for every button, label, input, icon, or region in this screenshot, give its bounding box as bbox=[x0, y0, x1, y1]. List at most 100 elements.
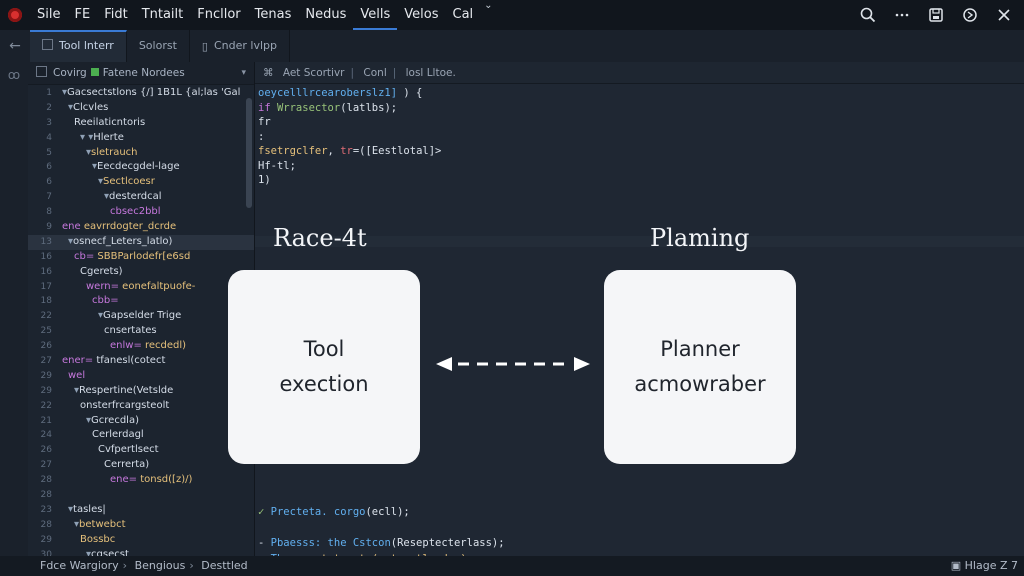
tree-row[interactable]: 23 ▾tasles| bbox=[28, 503, 254, 518]
line-number: 2 bbox=[46, 102, 52, 113]
tree-text: ene= bbox=[110, 474, 141, 486]
tool-execution-box[interactable]: Tool exection bbox=[228, 270, 420, 464]
app-logo-icon[interactable] bbox=[8, 8, 22, 22]
tab-solorst[interactable]: Solorst bbox=[127, 30, 190, 62]
explorer-panel: Covirg Fatene Nordees ▾ 1 ▾Gacsectstlons {… bbox=[28, 62, 255, 556]
tree-row[interactable]: 28 bbox=[28, 488, 254, 503]
tab-tool-interr[interactable]: Tool lnterr bbox=[30, 30, 127, 62]
code-token: : bbox=[258, 130, 265, 143]
code-line: Hf-tl; bbox=[258, 159, 441, 174]
chevron-down-icon[interactable]: ⌄ bbox=[484, 0, 492, 30]
tree-row[interactable]: 1 ▾Gacsectstlons {/] 1B1L {al;las 'Gal bbox=[28, 86, 254, 101]
extension-icon[interactable] bbox=[956, 1, 984, 29]
menu-item[interactable]: Vells bbox=[353, 0, 398, 30]
menu-item[interactable]: Fncllor bbox=[190, 0, 247, 30]
tree-row[interactable]: 27 ener= tfanesl(cotect bbox=[28, 354, 254, 369]
tree-text: Cgerets) bbox=[80, 265, 123, 277]
tree-row[interactable]: 9 ene eavrrdogter_dcrde bbox=[28, 220, 254, 235]
menu-item[interactable]: Cal bbox=[446, 0, 481, 30]
explorer-scrollbar[interactable] bbox=[246, 98, 252, 208]
code-token: oeycelllrcearoberslz1] bbox=[258, 87, 398, 99]
current-line-highlight bbox=[255, 236, 1024, 247]
line-number: 25 bbox=[40, 326, 52, 337]
line-number: 30 bbox=[40, 549, 52, 556]
tree-text: Respertine(Vetslde bbox=[79, 384, 174, 396]
code-line: if Wrrasector(latlbs); bbox=[258, 101, 441, 116]
tree-row[interactable]: 4 ▾ ▾Hlerte bbox=[28, 131, 254, 146]
tree-row[interactable]: 21 ▾Gcrecdla) bbox=[28, 414, 254, 429]
tree-row[interactable]: 30 ▾cgsecst bbox=[28, 548, 254, 556]
status-item[interactable]: Fdce Wargiory bbox=[40, 559, 119, 572]
menu-item[interactable]: Fidt bbox=[97, 0, 135, 30]
tree-row[interactable]: 5 ▾sletrauch bbox=[28, 146, 254, 161]
planner-box[interactable]: Planner acmowraber bbox=[604, 270, 796, 464]
tree-row[interactable]: 22 ▾Gapselder Trige bbox=[28, 309, 254, 324]
code-line: ✓ Precteta. corgo(ecll); bbox=[258, 505, 505, 521]
breadcrumb-item[interactable]: losl Lltoe. bbox=[406, 67, 456, 79]
tree-text: Cvfpertlsect bbox=[98, 444, 159, 456]
code-block-top[interactable]: oeycelllrcearoberslz1] ) {if Wrrasector(… bbox=[258, 86, 441, 188]
close-icon[interactable] bbox=[990, 1, 1018, 29]
editor-breadcrumb: ⌘ Aet Scortivr | Conl | losl Lltoe. bbox=[255, 62, 1024, 84]
status-dot-icon bbox=[90, 68, 99, 76]
activity-rail: ꝏ bbox=[0, 62, 28, 556]
tree-row[interactable]: 22 onsterfrcargsteolt bbox=[28, 399, 254, 414]
chevron-icon[interactable]: ▾ ▾ bbox=[80, 132, 93, 143]
breadcrumb-item[interactable]: Conl bbox=[363, 67, 386, 79]
tree-row[interactable]: 29 Bossbc bbox=[28, 533, 254, 548]
tree-row[interactable]: 29 wel bbox=[28, 369, 254, 384]
status-item[interactable]: Bengious bbox=[135, 559, 186, 572]
menu-item[interactable]: Tenas bbox=[248, 0, 299, 30]
line-number: 17 bbox=[40, 281, 52, 292]
search-icon[interactable] bbox=[854, 1, 882, 29]
tree-row[interactable]: 27 Cerrerta) bbox=[28, 458, 254, 473]
tree-row[interactable]: 26 enlw= recdedl) bbox=[28, 339, 254, 354]
save-icon[interactable] bbox=[922, 1, 950, 29]
tree-row[interactable]: 24 Cerlerdagl bbox=[28, 428, 254, 443]
tree-row[interactable]: 7 ▾desterdcal bbox=[28, 190, 254, 205]
tree-row[interactable]: 6 ▾Eecdecgdel-lage bbox=[28, 160, 254, 175]
tree-text: ener= bbox=[62, 355, 97, 367]
menu-item[interactable]: Tntailt bbox=[135, 0, 191, 30]
folder-icon bbox=[36, 66, 47, 77]
tree-row[interactable]: 16 cb= SBBParlodefr[e6sd bbox=[28, 250, 254, 265]
source-control-icon[interactable]: ꝏ bbox=[0, 68, 28, 82]
status-item[interactable]: Desttled bbox=[201, 559, 247, 572]
breadcrumb-item[interactable]: Aet Scortivr bbox=[283, 67, 345, 79]
tab-cnder-lvlpp[interactable]: ▯ Cnder lvlpp bbox=[190, 30, 290, 62]
line-number: 24 bbox=[40, 430, 52, 441]
line-number: 22 bbox=[40, 311, 52, 322]
tree-row[interactable]: 18 cbb= bbox=[28, 294, 254, 309]
tree-text: Gacsectstlons {/] 1B1L {al;las 'Gal bbox=[67, 87, 241, 98]
tree-row[interactable]: 6 ▾Sectlcoesr bbox=[28, 175, 254, 190]
diagram-left-title: Race-4t bbox=[273, 224, 367, 252]
tree-row[interactable]: 17 wern= eonefaltpuofe- bbox=[28, 280, 254, 295]
line-number: 26 bbox=[40, 445, 52, 456]
tree-row[interactable]: 25 cnsertates bbox=[28, 324, 254, 339]
menu-item[interactable]: Velos bbox=[397, 0, 445, 30]
tab-label: Cnder lvlpp bbox=[213, 39, 277, 52]
explorer-header[interactable]: Covirg Fatene Nordees ▾ bbox=[28, 62, 254, 85]
tree-row[interactable]: 3 Reeilaticntoris bbox=[28, 116, 254, 131]
tree-row[interactable]: 28 ene= tonsd([z)/) bbox=[28, 473, 254, 488]
tree-row[interactable]: 26 Cvfpertlsect bbox=[28, 443, 254, 458]
tree-row[interactable]: 13 ▾osnecf_Leters_latlo) bbox=[28, 234, 254, 250]
status-right[interactable]: Hlage Z 7 bbox=[965, 559, 1018, 572]
more-options-icon[interactable] bbox=[888, 1, 916, 29]
tree-text: cgsecst bbox=[91, 548, 129, 556]
tree-text: Hlerte bbox=[93, 131, 124, 143]
tree-row[interactable]: 2 ▾Clcvles bbox=[28, 101, 254, 116]
tree-text: sletrauch bbox=[91, 146, 138, 158]
menu-item[interactable]: FE bbox=[67, 0, 97, 30]
code-line: fr bbox=[258, 115, 441, 130]
back-arrow-icon[interactable]: ← bbox=[0, 38, 30, 54]
tree-row[interactable]: 29 ▾Respertine(Vetslde bbox=[28, 384, 254, 399]
menu-item[interactable]: Sile bbox=[30, 0, 67, 30]
chevron-down-icon[interactable]: ▾ bbox=[241, 62, 246, 84]
tree-row[interactable]: 16 Cgerets) bbox=[28, 265, 254, 280]
code-line: - Pbaesss: the Cstcon(Reseptecterlass); bbox=[258, 536, 505, 552]
menu-item[interactable]: Nedus bbox=[298, 0, 353, 30]
line-number: 8 bbox=[46, 207, 52, 218]
tree-row[interactable]: 8 cbsec2bbl bbox=[28, 205, 254, 220]
tree-row[interactable]: 28 ▾betwebct bbox=[28, 518, 254, 533]
